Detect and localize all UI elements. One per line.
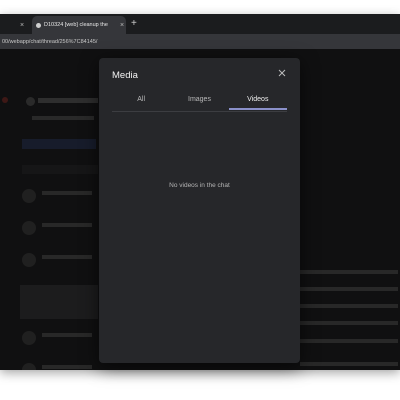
- address-bar[interactable]: 00/webapp/chat/thread/256%7C84145/: [0, 34, 400, 49]
- tab-title: D10324 [web] cleanup the: [44, 22, 108, 28]
- modal-close-button[interactable]: [275, 66, 289, 80]
- tab-all[interactable]: All: [112, 91, 170, 110]
- media-tabs: All Images Videos: [112, 91, 287, 112]
- tab-videos[interactable]: Videos: [228, 91, 287, 110]
- url-text: 00/webapp/chat/thread/256%7C84145/: [2, 38, 98, 45]
- modal-title: Media: [112, 70, 138, 81]
- tab-strip: × D10324 [web] cleanup the × +: [0, 14, 400, 34]
- browser-tab-active[interactable]: D10324 [web] cleanup the ×: [32, 16, 126, 34]
- favicon-icon: [36, 22, 41, 28]
- new-tab-button[interactable]: +: [131, 17, 137, 31]
- close-icon[interactable]: ×: [120, 22, 124, 29]
- browser-tab[interactable]: ×: [0, 16, 30, 34]
- tab-images[interactable]: Images: [170, 91, 228, 110]
- close-icon: [278, 69, 286, 77]
- media-modal: Media All Images Videos No videos in the…: [99, 58, 300, 363]
- close-icon[interactable]: ×: [20, 22, 24, 29]
- empty-state-message: No videos in the chat: [169, 182, 230, 189]
